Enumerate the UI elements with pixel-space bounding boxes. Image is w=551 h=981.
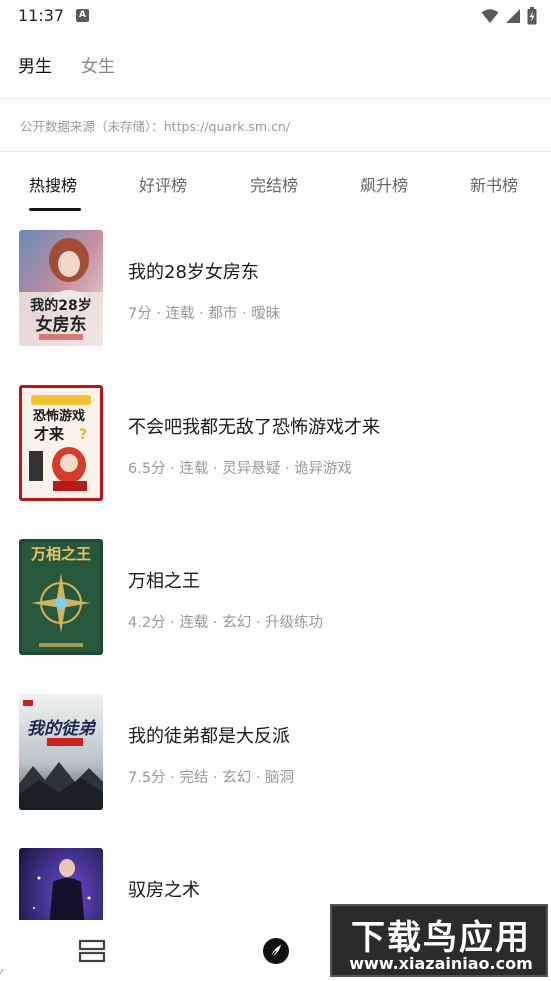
tab-rising[interactable]: 飙升榜 bbox=[360, 172, 408, 196]
book-meta: 7分 · 连载 · 都市 · 暧昧 bbox=[128, 306, 281, 322]
book-title: 万相之王 bbox=[128, 571, 200, 592]
tab-completed[interactable]: 完结榜 bbox=[250, 172, 298, 196]
active-tab-indicator bbox=[29, 208, 81, 211]
bookshelf-icon[interactable] bbox=[78, 938, 106, 964]
book-cover[interactable]: 恐怖游戏 才来 ? bbox=[19, 385, 103, 501]
book-cover[interactable]: 万相之王 bbox=[19, 539, 103, 655]
watermark-title: 下载鸟应用 bbox=[351, 918, 531, 958]
compass-icon[interactable] bbox=[262, 937, 290, 965]
svg-text:女房东: 女房东 bbox=[36, 314, 87, 335]
rank-tabs: 热搜榜 好评榜 完结榜 飙升榜 新书榜 bbox=[0, 156, 551, 212]
tab-female[interactable]: 女生 bbox=[81, 52, 115, 77]
wifi-icon bbox=[481, 9, 499, 23]
svg-text:才来: 才来 bbox=[34, 425, 65, 443]
book-item[interactable]: 我的28岁 女房东 我的28岁女房东 7分 · 连载 · 都市 · 暧昧 bbox=[0, 230, 551, 370]
book-title: 我的徒弟都是大反派 bbox=[128, 726, 290, 747]
tab-new-books[interactable]: 新书榜 bbox=[470, 172, 518, 196]
battery-icon bbox=[527, 7, 537, 25]
tab-top-rated[interactable]: 好评榜 bbox=[139, 172, 187, 196]
divider bbox=[0, 98, 551, 99]
book-cover[interactable]: 我的28岁 女房东 bbox=[19, 230, 103, 346]
divider bbox=[0, 151, 551, 152]
book-meta: 6.5分 · 连载 · 灵异悬疑 · 诡异游戏 bbox=[128, 461, 353, 477]
svg-text:恐怖游戏: 恐怖游戏 bbox=[33, 408, 85, 424]
svg-text:万相之王: 万相之王 bbox=[30, 545, 91, 563]
book-item[interactable]: 万相之王 万相之王 4.2分 · 连载 · 玄幻 · 升级练功 bbox=[0, 539, 551, 679]
book-title: 不会吧我都无敌了恐怖游戏才来 bbox=[128, 417, 380, 438]
book-title: 驭房之术 bbox=[128, 880, 200, 901]
svg-text:我的徒弟: 我的徒弟 bbox=[27, 719, 97, 739]
book-meta: 7.5分 · 完结 · 玄幻 · 脑洞 bbox=[128, 770, 295, 786]
tab-hot-search[interactable]: 热搜榜 bbox=[29, 172, 77, 196]
svg-text:?: ? bbox=[79, 427, 87, 443]
notification-icon: A bbox=[76, 9, 89, 22]
book-meta: 4.2分 · 连载 · 玄幻 · 升级练功 bbox=[128, 615, 324, 631]
corner-mark-icon: ⁄ bbox=[0, 968, 2, 979]
signal-icon bbox=[506, 9, 520, 23]
svg-text:我的28岁: 我的28岁 bbox=[30, 297, 91, 314]
watermark-logo: 下载鸟应用 www.xiazainiao.com bbox=[330, 904, 548, 977]
tab-male[interactable]: 男生 bbox=[18, 52, 52, 77]
book-cover[interactable]: 我的徒弟 bbox=[19, 694, 103, 810]
status-icons bbox=[481, 6, 537, 26]
data-source-note: 公开数据来源（未存储）：https://quark.sm.cn/ bbox=[20, 119, 291, 134]
status-bar: 11:37 A bbox=[0, 0, 551, 32]
gender-tabs: 男生 女生 bbox=[0, 44, 551, 84]
book-title: 我的28岁女房东 bbox=[128, 262, 259, 283]
book-item[interactable]: 我的徒弟 我的徒弟都是大反派 7.5分 · 完结 · 玄幻 · 脑洞 bbox=[0, 694, 551, 834]
book-item[interactable]: 恐怖游戏 才来 ? 不会吧我都无敌了恐怖游戏才来 6.5分 · 连载 · 灵异悬… bbox=[0, 385, 551, 525]
status-time: 11:37 bbox=[18, 6, 65, 25]
watermark-url: www.xiazainiao.com bbox=[349, 954, 533, 973]
